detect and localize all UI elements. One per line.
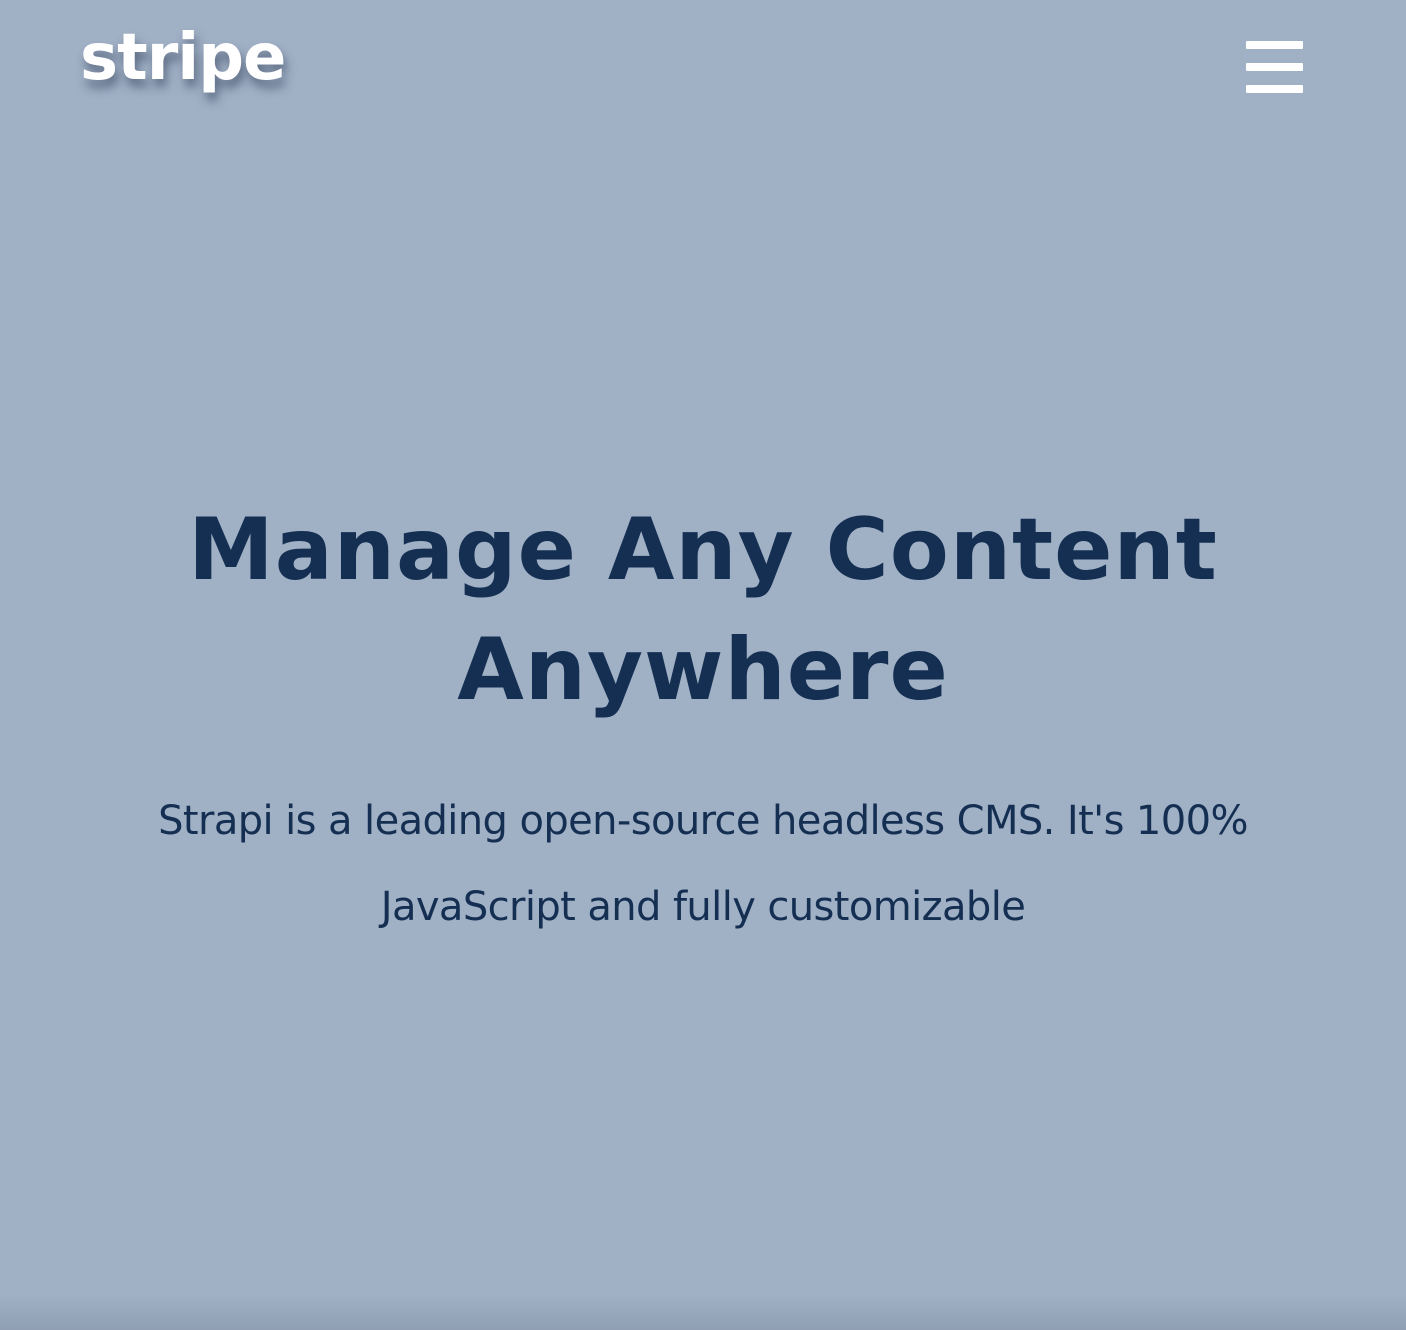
menu-bar-middle (1246, 63, 1303, 71)
stripe-logo[interactable]: stripe (80, 26, 286, 90)
bottom-shadow-divider (0, 1294, 1406, 1330)
hero-section: Manage Any Content Anywhere Strapi is a … (0, 490, 1406, 950)
hero-subtitle: Strapi is a leading open-source headless… (158, 798, 1248, 930)
hamburger-menu-icon[interactable] (1244, 40, 1306, 96)
menu-bar-top (1246, 41, 1303, 49)
hero-title: Manage Any Content Anywhere (188, 500, 1218, 720)
menu-bar-bottom (1246, 85, 1303, 93)
site-header: stripe (0, 0, 1406, 140)
landing-page: stripe Manage Any Content Anywhere Strap… (0, 0, 1406, 1330)
